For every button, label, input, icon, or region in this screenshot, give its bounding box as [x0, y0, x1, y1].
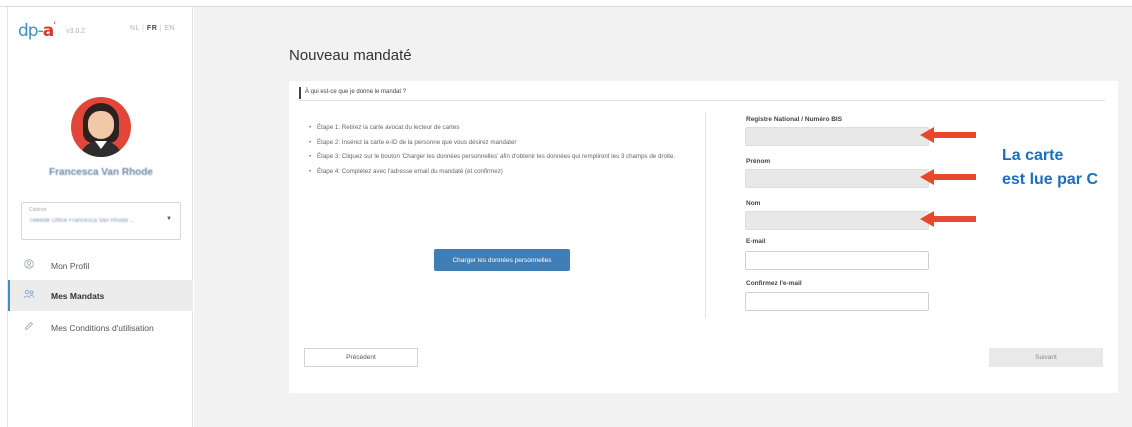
- email-field[interactable]: [745, 251, 929, 270]
- load-data-button[interactable]: Charger les données personnelles: [434, 249, 570, 271]
- divider: [705, 112, 706, 318]
- list-item: Étape 1: Retirez la carte avocat du lect…: [307, 124, 707, 133]
- lang-en[interactable]: EN: [164, 25, 175, 32]
- prenom-field[interactable]: [745, 169, 929, 188]
- lang-fr[interactable]: FR: [147, 25, 157, 32]
- next-button[interactable]: Suivant: [989, 348, 1103, 367]
- sidebar: dp-a' v3.0.2 NL | FR | EN Francesca Van …: [7, 7, 193, 427]
- annotation-text: La carte est lue par C: [1002, 144, 1098, 192]
- users-icon: [22, 289, 36, 302]
- field-label-email: E-mail: [746, 238, 766, 245]
- field-label-nom: Nom: [746, 200, 761, 207]
- sidebar-item-label: Mon Profil: [51, 260, 90, 271]
- steps-list: Étape 1: Retirez la carte avocat du lect…: [307, 124, 707, 182]
- annotation-line-2: est lue par C: [1002, 171, 1099, 188]
- field-label-registre: Registre National / Numéro BIS: [746, 116, 843, 123]
- sidebar-item-conditions[interactable]: Mes Conditions d'utilisation: [8, 312, 193, 343]
- field-label-prenom: Prénom: [746, 158, 771, 165]
- user-icon: [22, 259, 36, 272]
- page-title: Nouveau mandaté: [289, 47, 412, 64]
- cabinet-label: Cabinet: [29, 207, 47, 213]
- user-name: Francesca Van Rhode: [49, 167, 153, 178]
- avatar: [71, 97, 131, 157]
- list-item: Étape 4: Complétez avec l'adresse email …: [307, 168, 707, 177]
- confirm-email-field[interactable]: [745, 292, 929, 311]
- field-label-confirm-email: Confirmez l'e-mail: [746, 280, 802, 287]
- annotation-arrow-icon: [920, 127, 976, 143]
- app-window: dp-a' v3.0.2 NL | FR | EN Francesca Van …: [0, 0, 1132, 427]
- previous-button[interactable]: Précédent: [304, 348, 418, 367]
- registre-national-field[interactable]: [745, 127, 929, 146]
- list-item: Étape 3: Cliquez sur le bouton 'Charger …: [307, 153, 707, 162]
- list-item: Étape 2: Insérez la carte e-ID de la per…: [307, 139, 707, 148]
- annotation-arrow-icon: [920, 169, 976, 185]
- cabinet-value: Tweede Office Francesca Van Rhode ...: [29, 218, 135, 224]
- sidebar-item-profil[interactable]: Mon Profil: [8, 250, 193, 281]
- annotation-line-1: La carte: [1002, 147, 1064, 164]
- cabinet-select[interactable]: Cabinet Tweede Office Francesca Van Rhod…: [21, 202, 181, 240]
- lang-nl[interactable]: NL: [130, 25, 140, 32]
- sidebar-item-mandats[interactable]: Mes Mandats: [8, 280, 193, 311]
- pen-icon: [22, 321, 36, 334]
- annotation-arrow-icon: [920, 211, 976, 227]
- language-switcher: NL | FR | EN: [130, 25, 176, 32]
- sidebar-item-label: Mes Conditions d'utilisation: [51, 322, 154, 333]
- sidebar-item-label: Mes Mandats: [51, 290, 105, 301]
- section-title: À qui est-ce que je donne le mandat ?: [305, 89, 407, 95]
- chevron-down-icon: ▼: [166, 216, 172, 222]
- nom-field[interactable]: [745, 211, 929, 230]
- app-logo[interactable]: dp-a': [18, 21, 56, 41]
- app-version: v3.0.2: [66, 28, 86, 35]
- section-header: À qui est-ce que je donne le mandat ?: [299, 87, 1105, 101]
